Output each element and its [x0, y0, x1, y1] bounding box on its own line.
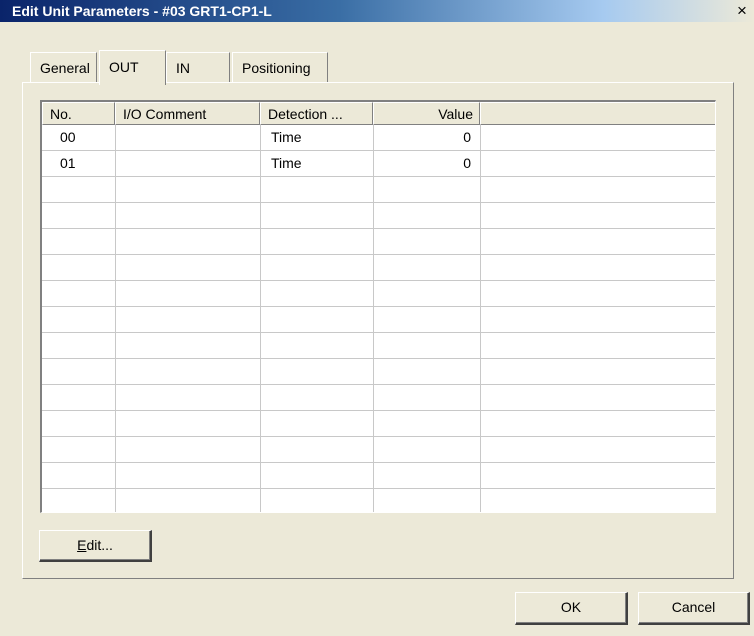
- column-header-no[interactable]: No.: [42, 102, 115, 125]
- grid-line: [42, 254, 715, 255]
- grid-line: [42, 488, 715, 489]
- cell-no: 00: [60, 129, 76, 145]
- cancel-button[interactable]: Cancel: [638, 592, 750, 625]
- tab-general[interactable]: General: [30, 52, 97, 82]
- tab-general-label: General: [40, 60, 90, 76]
- grid-line: [42, 306, 715, 307]
- cell-detection: Time: [271, 129, 302, 145]
- grid-line: [480, 125, 481, 512]
- ok-button[interactable]: OK: [515, 592, 628, 625]
- cell-detection: Time: [271, 155, 302, 171]
- grid-line: [115, 125, 116, 512]
- grid-line: [42, 410, 715, 411]
- grid-line: [42, 228, 715, 229]
- edit-button-label: dit...: [86, 537, 113, 553]
- tab-in-label: IN: [176, 60, 190, 76]
- window-title: Edit Unit Parameters - #03 GRT1-CP1-L: [12, 3, 272, 19]
- title-bar[interactable]: Edit Unit Parameters - #03 GRT1-CP1-L ×: [0, 0, 754, 22]
- list-header: No. I/O Comment Detection ... Value: [42, 102, 715, 125]
- tab-in[interactable]: IN: [166, 52, 230, 82]
- edit-unit-parameters-dialog: Edit Unit Parameters - #03 GRT1-CP1-L × …: [0, 0, 754, 636]
- ok-button-label: OK: [560, 599, 582, 615]
- close-icon[interactable]: ×: [732, 1, 752, 21]
- column-header-value[interactable]: Value: [373, 102, 480, 125]
- column-header-io-comment[interactable]: I/O Comment: [115, 102, 260, 125]
- cancel-button-label: Cancel: [671, 599, 716, 615]
- grid-line: [260, 125, 261, 512]
- table-row[interactable]: 00 Time 0: [42, 125, 715, 150]
- column-header-detection[interactable]: Detection ...: [260, 102, 373, 125]
- grid-line: [42, 462, 715, 463]
- tab-positioning-label: Positioning: [242, 60, 311, 76]
- grid-line: [42, 280, 715, 281]
- grid-line: [42, 358, 715, 359]
- grid-line: [42, 384, 715, 385]
- cell-value: 0: [463, 129, 471, 145]
- tab-out-label: OUT: [109, 59, 139, 75]
- grid-line: [42, 436, 715, 437]
- tab-positioning[interactable]: Positioning: [232, 52, 328, 82]
- list-body: 00 Time 0 01 Time 0: [42, 125, 715, 512]
- edit-button[interactable]: Edit...: [39, 530, 152, 562]
- table-row[interactable]: 01 Time 0: [42, 151, 715, 176]
- grid-line: [373, 125, 374, 512]
- grid-line: [42, 332, 715, 333]
- cell-no: 01: [60, 155, 76, 171]
- grid-line: [42, 176, 715, 177]
- cell-value: 0: [463, 155, 471, 171]
- parameters-list[interactable]: No. I/O Comment Detection ... Value 00 T…: [40, 100, 716, 513]
- tab-out[interactable]: OUT: [99, 50, 166, 85]
- grid-line: [42, 202, 715, 203]
- column-header-empty: [480, 102, 715, 125]
